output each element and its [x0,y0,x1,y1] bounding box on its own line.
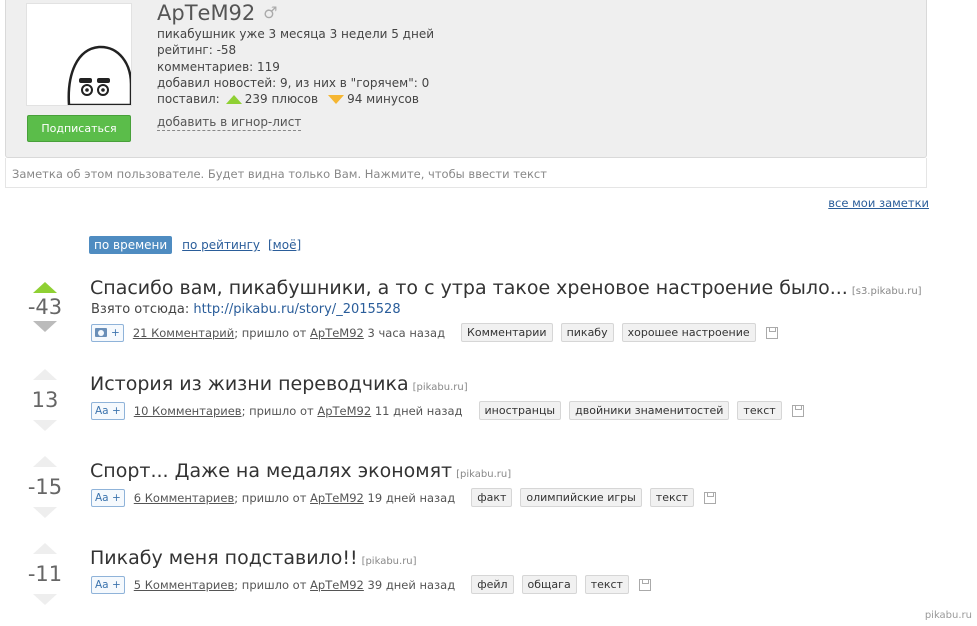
story-title-row: Спасибо вам, пикабушники, а то с утра та… [90,277,922,299]
profile-rating: рейтинг: -58 [157,43,237,58]
vote-block: -11 [26,543,64,605]
sort-mine[interactable]: [моё] [268,238,301,252]
sort-by-rating[interactable]: по рейтингу [182,238,260,252]
story-title[interactable]: Спасибо вам, пикабушники, а то с утра та… [90,277,848,299]
story-type-badge[interactable]: Aa + [91,575,125,594]
from-text: ; пришло от [234,325,307,340]
subscribe-button[interactable]: Подписаться [27,115,131,142]
story-time: 39 дней назад [367,577,456,592]
from-text: ; пришло от [241,403,314,418]
story-source: [s3.pikabu.ru] [851,286,922,297]
avatar[interactable] [26,3,132,106]
story-meta: Aa + 10 Комментариев; пришло от АрТеМ92 … [91,401,804,420]
story-rating: -43 [27,295,63,319]
story-source: [pikabu.ru] [412,382,468,393]
ignore-list-link[interactable]: добавить в игнор-лист [157,115,302,131]
save-icon[interactable] [704,491,717,504]
sort-bar: по времени по рейтингу [моё] [89,236,301,254]
tag[interactable]: Комментарии [461,323,553,342]
tag[interactable]: общага [521,575,577,594]
badge-label: + [111,326,120,339]
story-subtext-link[interactable]: http://pikabu.ru/story/_2015528 [193,302,400,317]
votes-label: поставил: [157,92,220,107]
vote-up-icon[interactable] [33,282,57,293]
story-source: [pikabu.ru] [361,556,417,567]
profile-name-row: АрТеМ92 ♂ [157,0,434,26]
tag[interactable]: пикабу [560,323,614,342]
vote-block: -15 [26,456,64,518]
male-icon: ♂ [263,3,278,22]
author-link[interactable]: АрТеМ92 [310,491,364,505]
tag[interactable]: текст [737,401,782,420]
story-source: [pikabu.ru] [456,469,512,480]
tag[interactable]: двойники знаменитостей [569,401,730,420]
camera-icon [95,328,107,337]
all-notes-link[interactable]: все мои заметки [828,196,929,210]
tag[interactable]: иностранцы [478,401,562,420]
vote-up-icon[interactable] [33,456,57,467]
story-type-badge[interactable]: + [91,323,124,342]
vote-block: 13 [26,369,64,431]
author-link[interactable]: АрТеМ92 [310,578,364,592]
minus-icon [328,95,345,105]
tag[interactable]: олимпийские игры [520,488,642,507]
tag[interactable]: хорошее настроение [621,323,756,342]
profile-info: АрТеМ92 ♂ пикабушник уже 3 месяца 3 неде… [157,0,434,107]
story-title[interactable]: История из жизни переводчика [90,373,409,395]
story-time: 3 часа назад [367,325,446,340]
tag[interactable]: текст [649,488,695,507]
story-title[interactable]: Спорт... Даже на медалях экономят [90,460,452,482]
from-text: ; пришло от [234,577,307,592]
vote-down-icon[interactable] [33,594,57,605]
story-rating: -15 [27,475,63,499]
sort-by-time[interactable]: по времени [89,236,173,254]
profile-panel: Подписаться АрТеМ92 ♂ пикабушник уже 3 м… [5,0,927,158]
story-title-row: Пикабу меня подставило!! [pikabu.ru] [90,547,417,569]
story-title-row: История из жизни переводчика [pikabu.ru] [90,373,468,395]
vote-block: -43 [26,282,64,332]
story-title[interactable]: Пикабу меня подставило!! [90,547,358,569]
story-title-row: Спорт... Даже на медалях экономят [pikabu… [90,460,511,482]
profile-news: добавил новостей: 9, из них в "горячем":… [157,75,430,90]
tag[interactable]: текст [584,575,629,594]
vote-up-icon[interactable] [33,369,57,380]
vote-up-icon[interactable] [33,543,57,554]
comments-link[interactable]: 6 Комментариев [134,491,235,505]
save-icon[interactable] [791,404,804,417]
author-link[interactable]: АрТеМ92 [317,404,371,418]
profile-comments: комментариев: 119 [157,59,280,74]
story-subtext: Взято отсюда: http://pikabu.ru/story/_20… [91,302,401,317]
username: АрТеМ92 [157,1,256,25]
story-type-badge[interactable]: Aa + [91,488,125,507]
story-rating: 13 [31,388,59,412]
profile-votes: поставил: 239 плюсов 94 минусов [157,91,434,107]
comments-link[interactable]: 10 Комментариев [134,404,242,418]
plus-icon [225,95,242,105]
user-note-field[interactable]: Заметка об этом пользователе. Будет видн… [5,158,927,188]
plus-count: 239 плюсов [244,92,319,107]
vote-down-icon[interactable] [33,420,57,431]
vote-down-icon[interactable] [33,321,57,332]
save-icon[interactable] [638,578,651,591]
story-rating: -11 [27,562,63,586]
minus-count: 94 минусов [347,92,419,107]
story-meta: Aa + 5 Комментариев; пришло от АрТеМ92 3… [91,575,651,594]
author-link[interactable]: АрТеМ92 [310,326,364,340]
save-icon[interactable] [765,326,778,339]
avatar-face-icon [67,45,131,105]
profile-age: пикабушник уже 3 месяца 3 недели 5 дней [157,27,434,41]
story-type-badge[interactable]: Aa + [91,401,125,420]
story-subtext-prefix: Взято отсюда: [91,302,190,317]
story-meta: + 21 Комментарий; пришло от АрТеМ92 3 ча… [91,323,778,342]
comments-link[interactable]: 21 Комментарий [133,326,234,340]
comments-link[interactable]: 5 Комментариев [134,578,235,592]
watermark: pikabu.ru [924,610,972,621]
vote-down-icon[interactable] [33,507,57,518]
tag[interactable]: фейл [471,575,514,594]
from-text: ; пришло от [234,490,307,505]
story-time: 19 дней назад [367,490,456,505]
story-time: 11 дней назад [374,403,463,418]
story-meta: Aa + 6 Комментариев; пришло от АрТеМ92 1… [91,488,717,507]
tag[interactable]: факт [471,488,513,507]
